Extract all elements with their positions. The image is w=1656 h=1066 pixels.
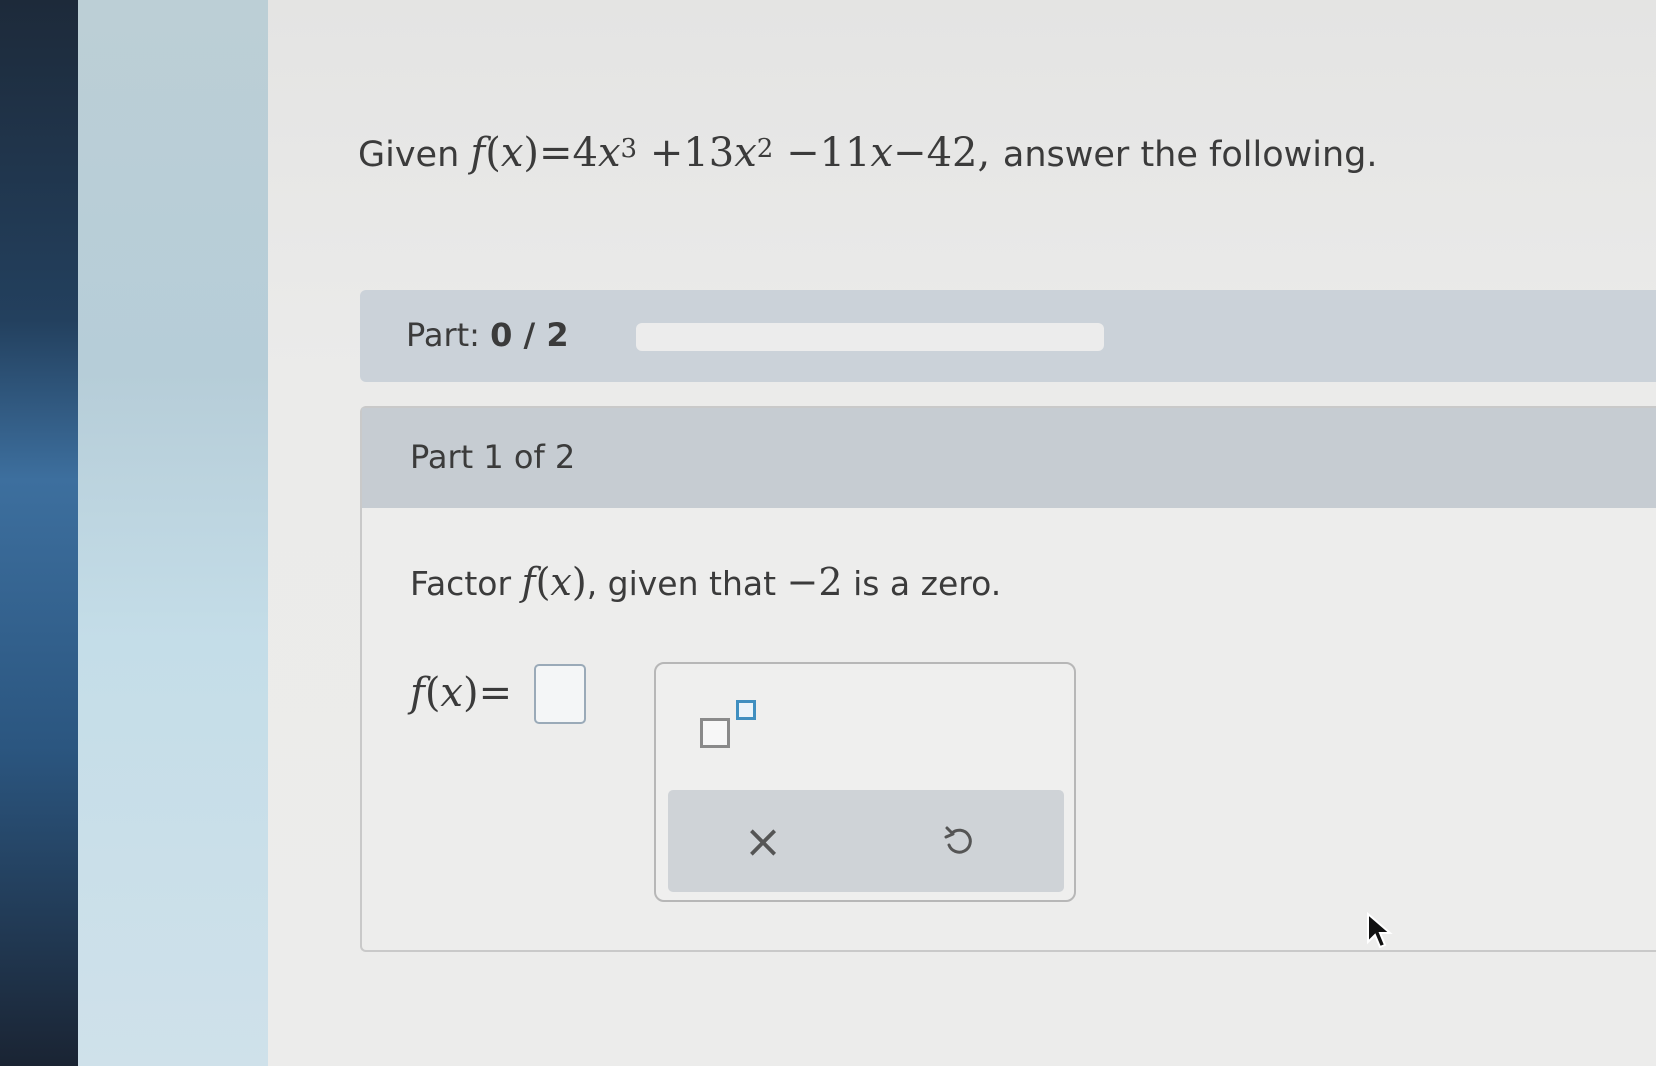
toolbar-action-bar: ×	[668, 790, 1064, 892]
math-toolbar-panel: ×	[654, 662, 1076, 902]
question-equation: f(x)=4x3 +13x2 −11x−42,	[470, 130, 991, 176]
exponent-button[interactable]	[700, 700, 770, 760]
superscript-box-icon	[736, 700, 756, 720]
answer-label: f(x)=	[410, 670, 513, 716]
clear-button[interactable]: ×	[728, 812, 798, 870]
question-text: Given f(x)=4x3 +13x2 −11x−42, answer the…	[358, 130, 1377, 176]
part-card: Part 1 of 2 Factor f(x), given that −2 i…	[360, 406, 1656, 952]
part-instruction: Factor f(x), given that −2 is a zero.	[410, 560, 1002, 604]
monitor-bezel-dark	[0, 0, 78, 1066]
undo-icon	[944, 826, 972, 854]
part-title: Part 1 of 2	[410, 438, 576, 476]
question-tail: answer the following.	[1002, 135, 1378, 175]
clear-x-icon: ×	[743, 814, 783, 868]
progress-track	[636, 323, 1104, 351]
part-progress-label: Part: 0 / 2	[406, 316, 569, 354]
part-progress-value: 0 / 2	[490, 316, 569, 354]
part-header: Part 1 of 2	[362, 408, 1656, 508]
mouse-pointer-icon	[1367, 912, 1393, 949]
superscript-template-icon	[700, 718, 730, 748]
part-progress-bar: Part: 0 / 2	[360, 290, 1656, 382]
undo-button[interactable]	[924, 812, 994, 870]
monitor-bezel-light	[78, 0, 268, 1066]
answer-input[interactable]	[534, 664, 586, 724]
question-lead: Given	[358, 135, 460, 175]
